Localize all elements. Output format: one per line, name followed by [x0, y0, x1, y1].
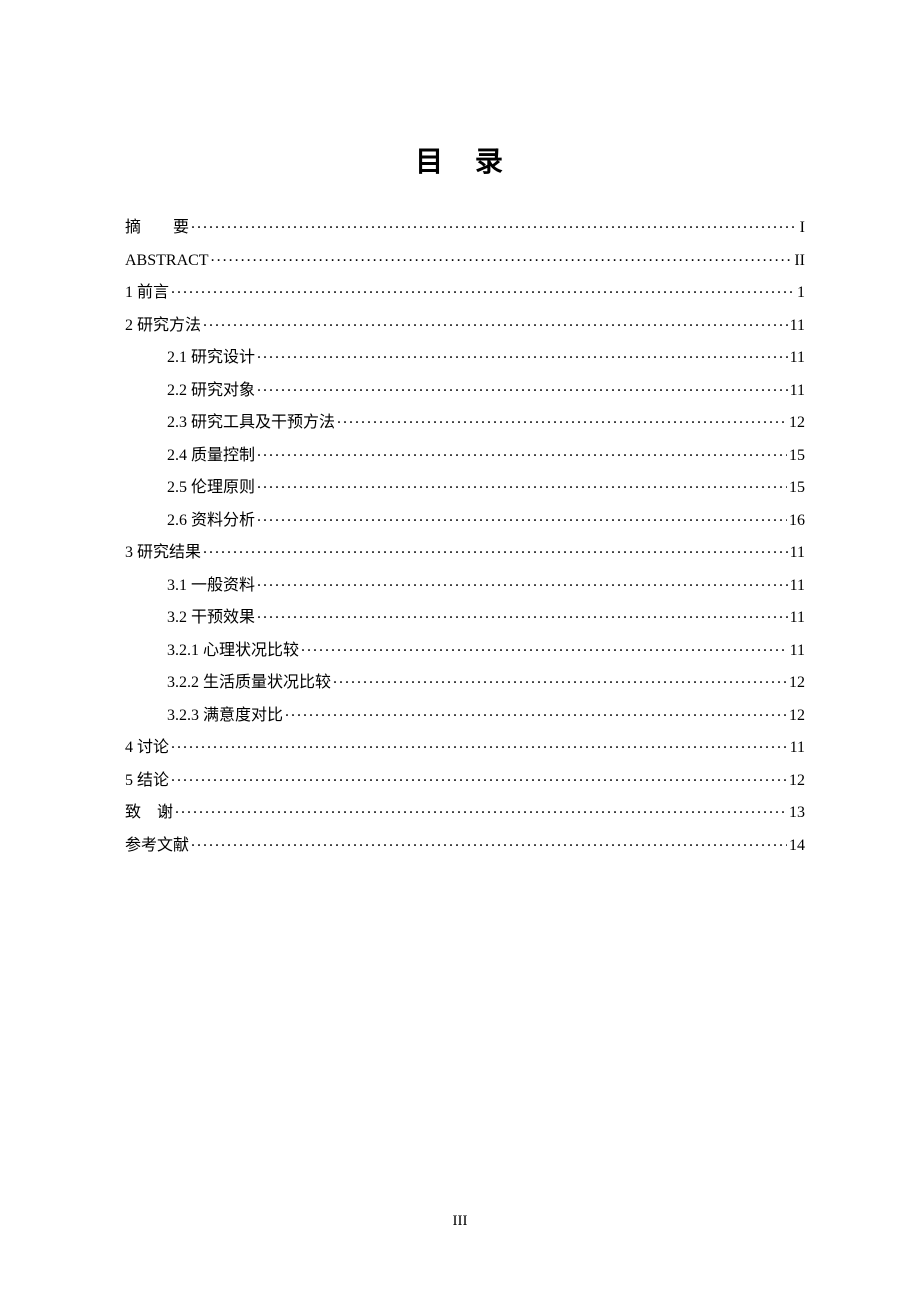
toc-entry: 3.2.1 心理状况比较 11: [125, 639, 805, 659]
toc-leader-dots: [285, 704, 787, 720]
toc-entry-label: 3 研究结果: [125, 545, 201, 561]
toc-leader-dots: [175, 801, 787, 817]
toc-leader-dots: [333, 671, 787, 687]
toc-leader-dots: [301, 639, 788, 655]
toc-entry: 2.3 研究工具及干预方法 12: [125, 411, 805, 431]
toc-entry-page: 16: [789, 513, 805, 529]
toc-entry-page: 1: [797, 285, 805, 301]
toc-leader-dots: [171, 769, 787, 785]
toc-entry: 致 谢 13: [125, 801, 805, 821]
toc-entry: 3.1 一般资料 11: [125, 574, 805, 594]
toc-leader-dots: [257, 379, 788, 395]
toc-entry-label: 2.2 研究对象: [167, 383, 255, 399]
toc-entry-label: 2.1 研究设计: [167, 350, 255, 366]
toc-leader-dots: [257, 476, 787, 492]
toc-leader-dots: [191, 216, 798, 232]
toc-entry: 2.4 质量控制 15: [125, 444, 805, 464]
toc-entry-label: 2.5 伦理原则: [167, 480, 255, 496]
toc-entry-page: 11: [790, 350, 805, 366]
toc-entry-page: I: [800, 220, 805, 236]
toc-entry-label: 参考文献: [125, 838, 189, 854]
toc-entry-page: 11: [790, 578, 805, 594]
toc-leader-dots: [337, 411, 787, 427]
toc-entry: 4 讨论 11: [125, 736, 805, 756]
toc-entry: 2.5 伦理原则 15: [125, 476, 805, 496]
toc-leader-dots: [257, 606, 788, 622]
toc-entry-label: 2 研究方法: [125, 318, 201, 334]
toc-entry-page: 14: [789, 838, 805, 854]
toc-entry-label: 2.6 资料分析: [167, 513, 255, 529]
toc-entry-page: 11: [790, 740, 805, 756]
toc-entry-label: 5 结论: [125, 773, 169, 789]
toc-entry-label: 3.2.2 生活质量状况比较: [167, 675, 331, 691]
toc-leader-dots: [257, 509, 787, 525]
toc-entry-label: 2.4 质量控制: [167, 448, 255, 464]
toc-entry-label: 3.2.1 心理状况比较: [167, 643, 299, 659]
toc-entry-page: 12: [789, 415, 805, 431]
toc-entry-page: 13: [789, 805, 805, 821]
toc-entry: 1 前言 1: [125, 281, 805, 301]
toc-entry: 3.2 干预效果 11: [125, 606, 805, 626]
toc-entry-label: 3.2.3 满意度对比: [167, 708, 283, 724]
toc-leader-dots: [211, 249, 793, 265]
page-number: III: [0, 1213, 920, 1230]
toc-entry-label: 致 谢: [125, 805, 173, 821]
toc-entry-page: 12: [789, 708, 805, 724]
toc-entry: 参考文献 14: [125, 834, 805, 854]
toc-leader-dots: [171, 736, 788, 752]
toc-entry-label: 2.3 研究工具及干预方法: [167, 415, 335, 431]
toc-entry-page: 12: [789, 675, 805, 691]
toc-leader-dots: [203, 541, 788, 557]
toc-entry-label: 1 前言: [125, 285, 169, 301]
toc-entry-page: 11: [790, 545, 805, 561]
toc-leader-dots: [257, 346, 788, 362]
toc-leader-dots: [257, 574, 788, 590]
toc-entry-page: 11: [790, 318, 805, 334]
toc-entry: 3.2.2 生活质量状况比较 12: [125, 671, 805, 691]
toc-entry: 2 研究方法 11: [125, 314, 805, 334]
toc-leader-dots: [171, 281, 795, 297]
toc-entry-page: 15: [789, 480, 805, 496]
toc-entry-label: 3.1 一般资料: [167, 578, 255, 594]
toc-title: 目 录: [125, 140, 805, 180]
toc-entry-label: ABSTRACT: [125, 253, 209, 269]
table-of-contents: 摘 要IABSTRACT II1 前言12 研究方法112.1 研究设计112.…: [125, 216, 805, 854]
toc-entry-label: 摘 要: [125, 220, 189, 236]
toc-entry: 摘 要I: [125, 216, 805, 236]
toc-entry-page: 11: [790, 643, 805, 659]
toc-entry: 3 研究结果 11: [125, 541, 805, 561]
toc-entry: 5 结论 12: [125, 769, 805, 789]
toc-entry: 2.2 研究对象 11: [125, 379, 805, 399]
toc-entry-page: 15: [789, 448, 805, 464]
toc-entry: 2.6 资料分析 16: [125, 509, 805, 529]
toc-entry-page: 12: [789, 773, 805, 789]
toc-entry-page: 11: [790, 383, 805, 399]
toc-entry-label: 3.2 干预效果: [167, 610, 255, 626]
toc-entry-label: 4 讨论: [125, 740, 169, 756]
toc-entry-page: 11: [790, 610, 805, 626]
toc-entry: ABSTRACT II: [125, 249, 805, 269]
toc-entry-page: II: [794, 253, 805, 269]
toc-leader-dots: [191, 834, 787, 850]
toc-leader-dots: [257, 444, 787, 460]
toc-entry: 2.1 研究设计 11: [125, 346, 805, 366]
document-page: 目 录 摘 要IABSTRACT II1 前言12 研究方法112.1 研究设计…: [0, 0, 920, 854]
toc-entry: 3.2.3 满意度对比 12: [125, 704, 805, 724]
toc-leader-dots: [203, 314, 788, 330]
